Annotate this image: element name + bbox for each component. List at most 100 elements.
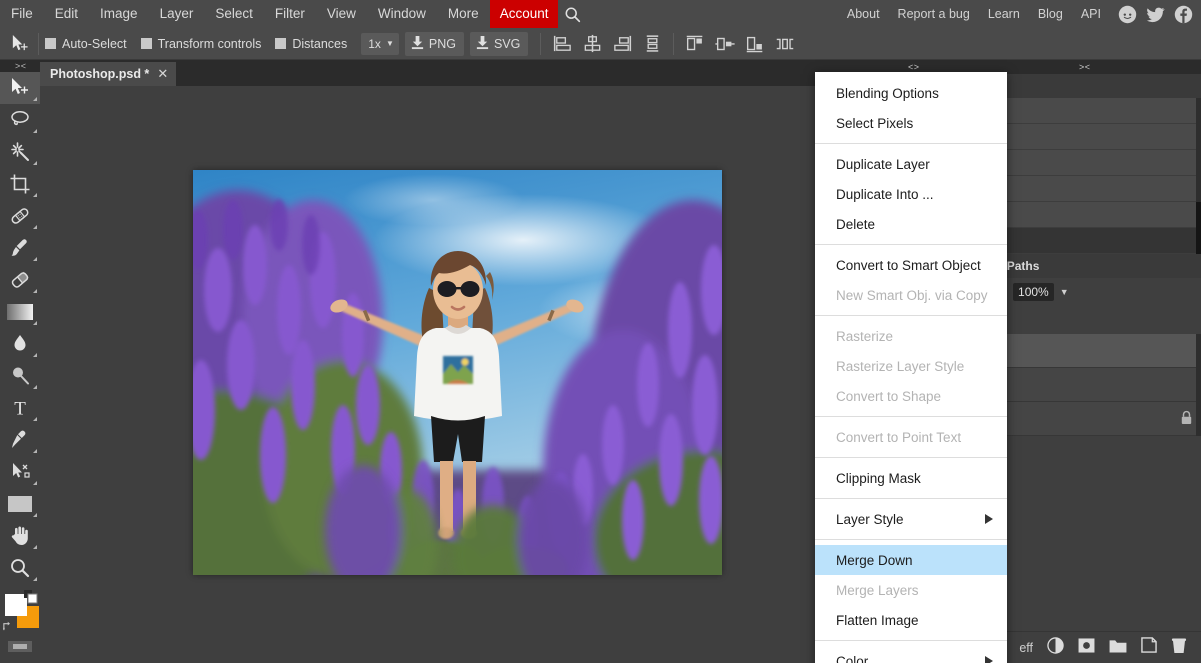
document-tab-photoshop-psd[interactable]: Photoshop.psd * ✕ xyxy=(40,62,177,86)
submenu-arrow-icon xyxy=(985,514,993,524)
context-menu-item-layer-style[interactable]: Layer Style xyxy=(815,504,1007,534)
swap-colors-icon[interactable] xyxy=(2,619,15,634)
context-menu-item-label: Rasterize xyxy=(836,328,894,344)
rectangle-icon xyxy=(8,496,32,512)
adjustment-layer-icon[interactable] xyxy=(1047,636,1064,659)
distribute-horizontal-icon[interactable] xyxy=(770,30,800,58)
paintbrush-icon xyxy=(11,239,27,256)
align-right-icon[interactable] xyxy=(607,30,637,58)
menu-item-layer[interactable]: Layer xyxy=(149,1,205,27)
menu-item-image[interactable]: Image xyxy=(89,1,149,27)
menu-bar: File Edit Image Layer Select Filter View… xyxy=(0,0,1201,28)
tool-blur[interactable] xyxy=(0,328,40,360)
new-group-icon[interactable] xyxy=(1109,638,1127,658)
context-menu-item-select-pixels[interactable]: Select Pixels xyxy=(815,108,1007,138)
twitter-icon[interactable] xyxy=(1146,5,1165,24)
context-menu-item-color[interactable]: Color xyxy=(815,646,1007,663)
tool-eraser[interactable] xyxy=(0,264,40,296)
delete-layer-icon[interactable] xyxy=(1171,637,1187,659)
context-menu-item-label: Delete xyxy=(836,216,876,232)
menu-item-blog[interactable]: Blog xyxy=(1029,1,1072,27)
crop-icon xyxy=(10,174,30,194)
checkbox-distances[interactable]: Distances xyxy=(275,37,347,51)
context-menu-item-blending-options[interactable]: Blending Options xyxy=(815,78,1007,108)
context-menu-item-duplicate-into[interactable]: Duplicate Into ... xyxy=(815,179,1007,209)
tool-magic-wand[interactable] xyxy=(0,136,40,168)
reddit-icon[interactable] xyxy=(1118,5,1137,24)
context-menu-item-label: Duplicate Layer xyxy=(836,156,930,172)
layers-scrollbar[interactable] xyxy=(1196,334,1201,436)
tool-pen[interactable] xyxy=(0,424,40,456)
adjustments-scrollbar-thumb[interactable] xyxy=(1196,202,1201,254)
menu-item-window[interactable]: Window xyxy=(367,1,437,27)
checkbox-transform-controls[interactable]: Transform controls xyxy=(140,37,261,51)
tool-gradient[interactable] xyxy=(0,296,40,328)
menu-item-account[interactable]: Account xyxy=(489,0,559,28)
context-menu-item-delete[interactable]: Delete xyxy=(815,209,1007,239)
tool-brush[interactable] xyxy=(0,232,40,264)
tool-path-select[interactable] xyxy=(0,456,40,488)
export-svg-button[interactable]: SVG xyxy=(469,31,529,56)
context-menu-item-clipping-mask[interactable]: Clipping Mask xyxy=(815,463,1007,493)
tool-healing-brush[interactable] xyxy=(0,200,40,232)
align-middle-icon[interactable] xyxy=(710,30,740,58)
menu-item-api[interactable]: API xyxy=(1072,1,1110,27)
menu-item-learn[interactable]: Learn xyxy=(979,1,1029,27)
context-menu-item-convert-to-smart-object[interactable]: Convert to Smart Object xyxy=(815,250,1007,280)
opacity-dropdown-icon[interactable]: ▼ xyxy=(1060,287,1069,297)
context-menu-item-new-smart-obj-via-copy: New Smart Obj. via Copy xyxy=(815,280,1007,310)
svg-text:T: T xyxy=(14,399,26,420)
artboard[interactable] xyxy=(193,170,722,575)
tool-options-corner xyxy=(33,129,37,133)
menu-item-select[interactable]: Select xyxy=(204,1,264,27)
tool-zoom[interactable] xyxy=(0,552,40,584)
checkbox-box xyxy=(45,38,56,49)
zoom-level-select[interactable]: 1x ▼ xyxy=(361,32,399,55)
canvas-image xyxy=(193,170,722,575)
tools-collapse-handle[interactable]: > < xyxy=(0,60,40,72)
menu-item-more[interactable]: More xyxy=(437,1,490,27)
menu-bar-right: About Report a bug Learn Blog API xyxy=(838,1,1201,27)
context-menu-item-convert-to-point-text: Convert to Point Text xyxy=(815,422,1007,452)
facebook-icon[interactable] xyxy=(1174,5,1193,24)
distribute-vertical-icon[interactable] xyxy=(637,30,667,58)
menu-item-edit[interactable]: Edit xyxy=(44,1,89,27)
default-colors-icon[interactable] xyxy=(24,590,38,604)
tool-shape[interactable] xyxy=(0,488,40,520)
checkbox-label: Auto-Select xyxy=(62,36,127,51)
tool-crop[interactable] xyxy=(0,168,40,200)
layer-mask-icon[interactable] xyxy=(1078,637,1095,658)
context-menu-item-duplicate-layer[interactable]: Duplicate Layer xyxy=(815,149,1007,179)
tool-move[interactable] xyxy=(0,72,40,104)
align-center-horizontal-icon[interactable] xyxy=(577,30,607,58)
opacity-value[interactable]: 100% xyxy=(1013,283,1054,301)
new-layer-icon[interactable] xyxy=(1141,637,1157,658)
menu-item-view[interactable]: View xyxy=(316,1,367,27)
menu-item-file[interactable]: File xyxy=(0,1,44,27)
search-icon[interactable] xyxy=(558,6,591,23)
tool-dodge[interactable] xyxy=(0,360,40,392)
move-tool-icon[interactable] xyxy=(6,31,32,57)
checkbox-auto-select[interactable]: Auto-Select xyxy=(45,37,127,51)
divider xyxy=(38,32,39,55)
divider xyxy=(540,32,542,55)
context-menu-item-merge-down[interactable]: Merge Down xyxy=(815,545,1007,575)
tool-hand[interactable] xyxy=(0,520,40,552)
tool-lasso[interactable] xyxy=(0,104,40,136)
align-left-icon[interactable] xyxy=(547,30,577,58)
align-top-icon[interactable] xyxy=(680,30,710,58)
close-icon[interactable]: ✕ xyxy=(157,66,168,82)
submenu-arrow-icon xyxy=(985,656,993,663)
menu-item-report-a-bug[interactable]: Report a bug xyxy=(889,1,979,27)
context-menu-item-flatten-image[interactable]: Flatten Image xyxy=(815,605,1007,635)
export-png-button[interactable]: PNG xyxy=(404,31,464,56)
hand-icon xyxy=(11,526,28,545)
quick-mask-icon[interactable] xyxy=(0,636,40,656)
context-menu-item-label: Clipping Mask xyxy=(836,470,921,486)
menu-item-filter[interactable]: Filter xyxy=(264,1,316,27)
context-menu-item-label: Merge Down xyxy=(836,552,913,568)
menu-item-about[interactable]: About xyxy=(838,1,889,27)
layer-effects-icon[interactable]: eff xyxy=(1019,641,1033,655)
tool-type[interactable]: T xyxy=(0,392,40,424)
align-bottom-icon[interactable] xyxy=(740,30,770,58)
